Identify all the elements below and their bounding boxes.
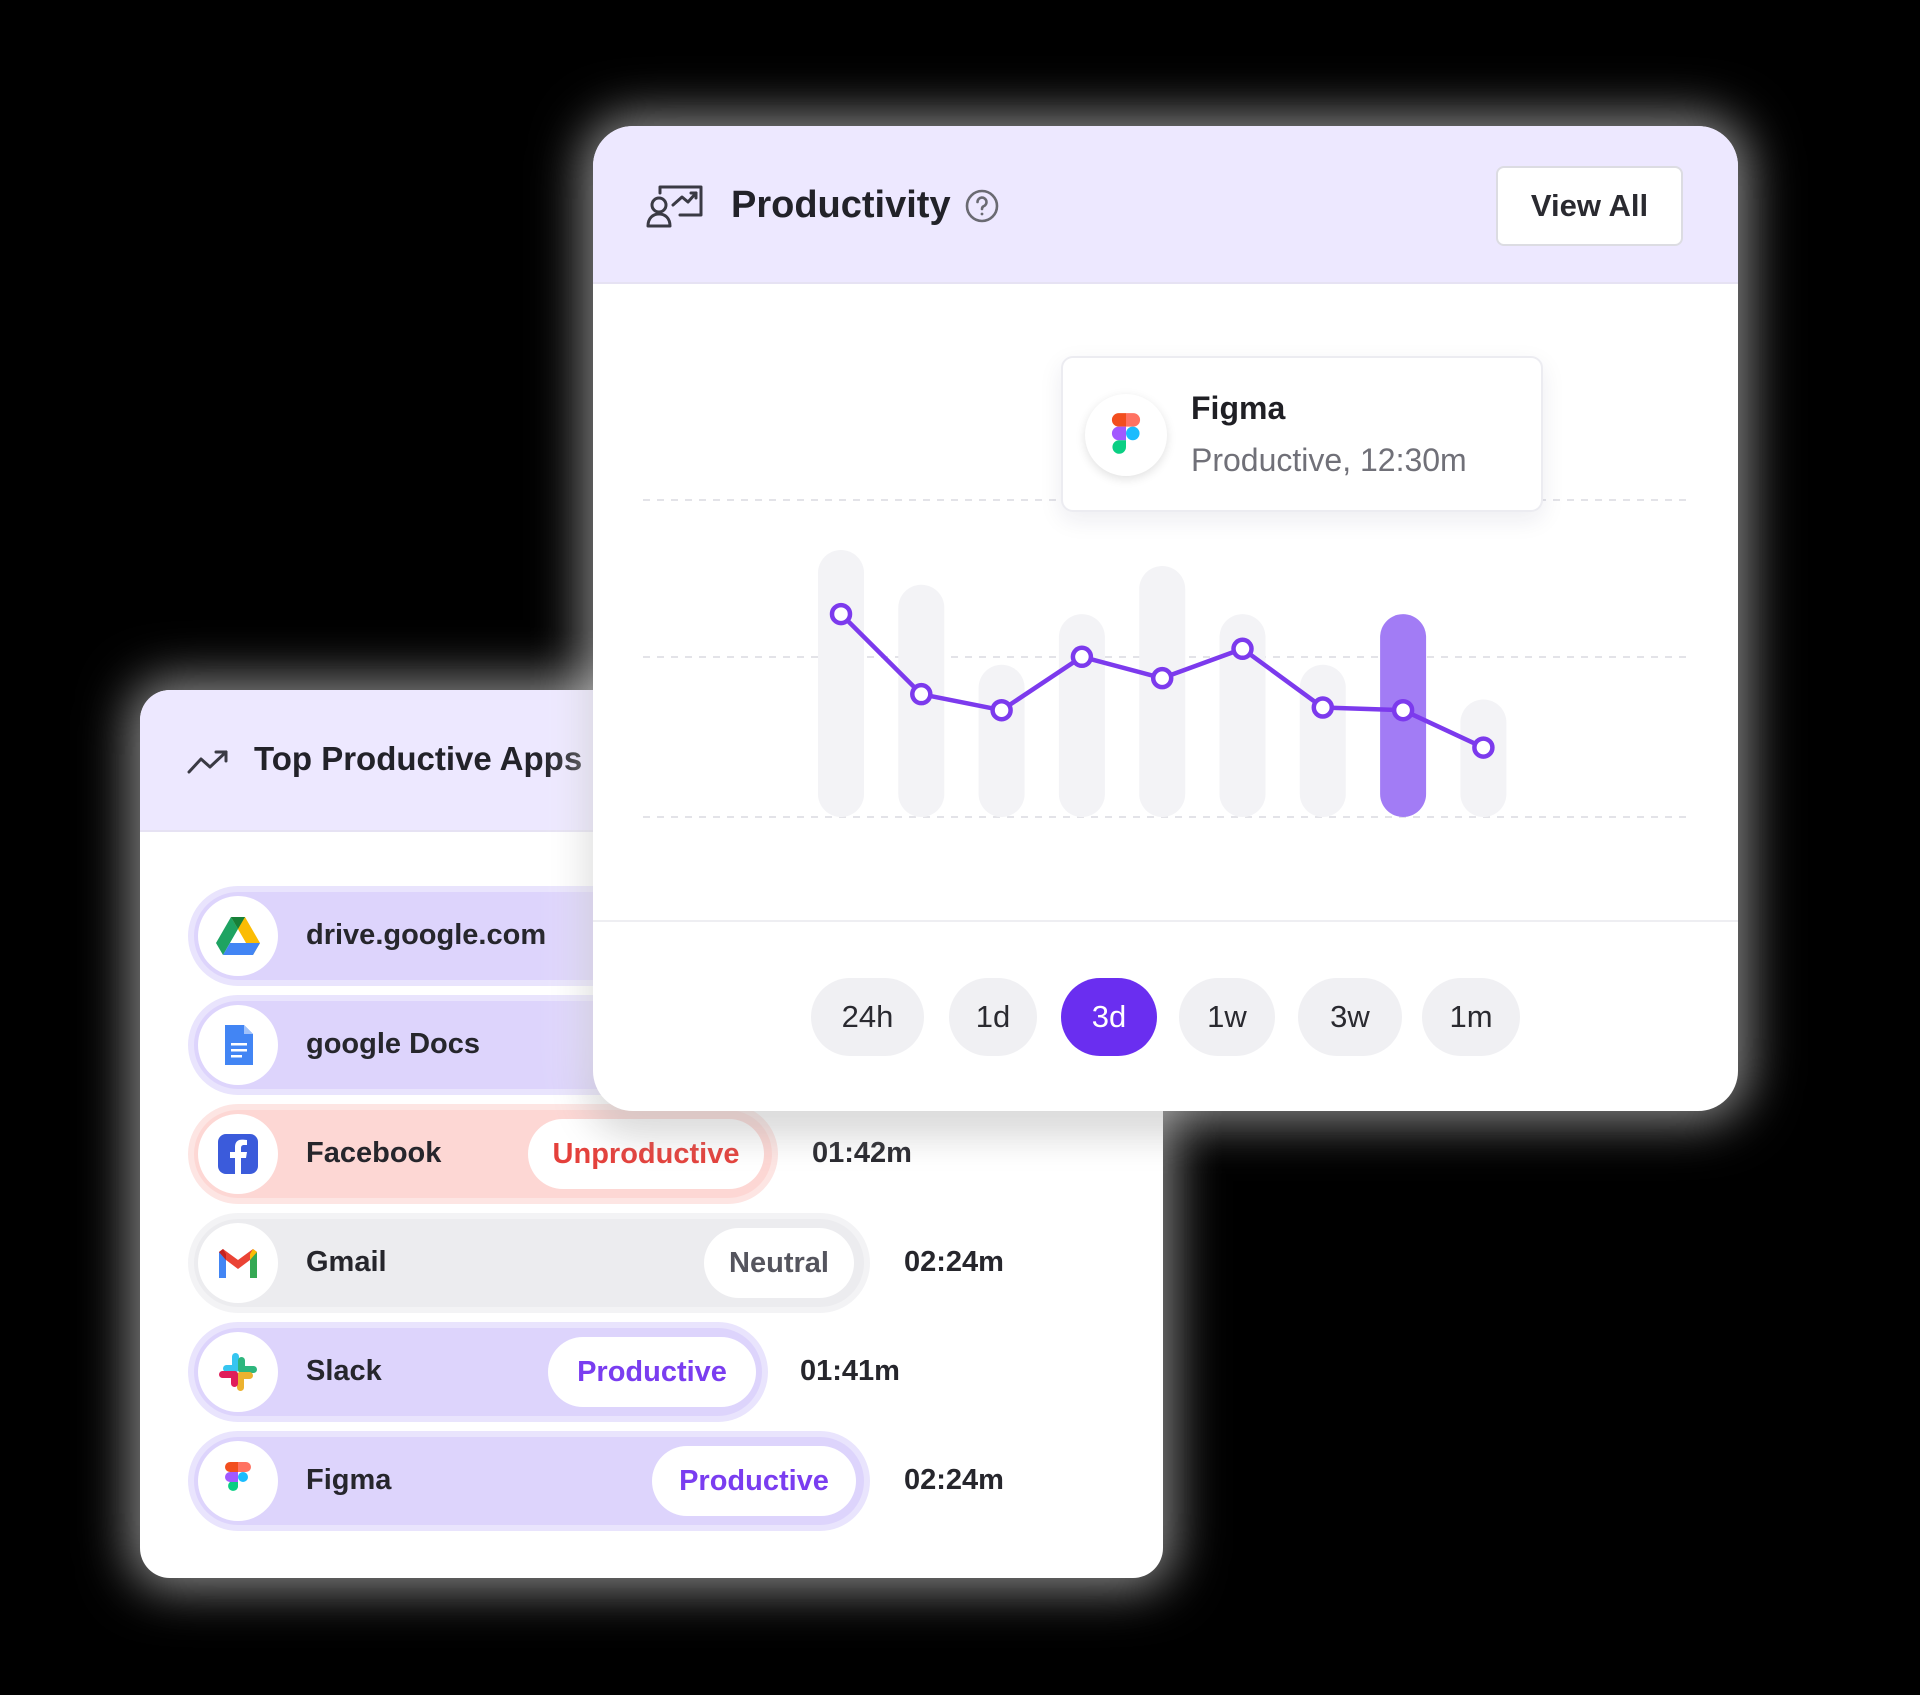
app-name: Figma [306, 1464, 392, 1496]
app-row-slack[interactable]: Slack Productive 01:41m [188, 1322, 988, 1422]
facebook-icon [198, 1114, 278, 1194]
range-24h-button[interactable]: 24h [811, 978, 924, 1056]
productivity-title: Productivity [731, 184, 951, 226]
gmail-icon [198, 1223, 278, 1303]
chart-bar [1299, 664, 1346, 817]
app-duration: 02:24m [904, 1464, 1004, 1496]
view-all-button[interactable]: View All [1496, 166, 1683, 246]
trending-up-icon [187, 750, 228, 774]
series-point [1311, 696, 1335, 719]
app-name: drive.google.com [306, 919, 547, 951]
slack-icon [198, 1332, 278, 1412]
app-name: Facebook [306, 1137, 442, 1169]
range-1d-button[interactable]: 1d [949, 978, 1037, 1056]
series-point [1391, 698, 1415, 722]
status-badge: Productive [548, 1337, 756, 1407]
chart-divider [593, 920, 1738, 922]
tooltip-subtitle: Productive, 12:30m [1191, 442, 1467, 478]
series-point [1472, 736, 1495, 759]
status-badge: Unproductive [528, 1119, 764, 1189]
chart-tooltip: Figma Productive, 12:30m [1061, 356, 1543, 512]
question-circle-icon[interactable] [964, 188, 1000, 224]
series-point [910, 682, 933, 706]
range-1m-button[interactable]: 1m [1422, 978, 1520, 1056]
app-row-gmail[interactable]: Gmail Neutral 02:24m [188, 1213, 1068, 1313]
app-name: Slack [306, 1355, 382, 1387]
google-docs-icon [198, 1005, 278, 1085]
chart-bar [1058, 614, 1105, 817]
productivity-header: Productivity View All [593, 126, 1738, 284]
status-badge: Neutral [704, 1228, 854, 1298]
app-duration: 02:24m [904, 1246, 1004, 1278]
app-name: Gmail [306, 1246, 387, 1278]
chart-bar [978, 664, 1025, 817]
chart-bar [818, 550, 864, 817]
range-1w-button[interactable]: 1w [1179, 978, 1275, 1056]
monitor-chart-icon [646, 185, 703, 228]
figma-icon [198, 1441, 278, 1521]
app-row-figma[interactable]: Figma Productive 02:24m [188, 1431, 1068, 1531]
series-point [829, 602, 853, 626]
series-point [1070, 645, 1094, 669]
series-point [990, 698, 1013, 722]
figma-icon [1085, 394, 1167, 476]
range-3d-button[interactable]: 3d [1061, 978, 1157, 1056]
top-apps-title: Top Productive Apps [254, 740, 583, 777]
app-duration: 01:41m [800, 1355, 900, 1387]
app-duration: 01:42m [812, 1137, 912, 1169]
chart-bar [1139, 566, 1186, 817]
google-drive-icon [198, 896, 278, 976]
app-name: google Docs [306, 1028, 481, 1060]
range-3w-button[interactable]: 3w [1298, 978, 1402, 1056]
time-range-selector: 24h 1d 3d 1w 3w 1m [593, 978, 1738, 1058]
series-point [1231, 637, 1254, 661]
tooltip-title: Figma [1191, 390, 1286, 426]
series-point [1150, 666, 1174, 690]
status-badge: Productive [652, 1446, 856, 1516]
app-row-facebook[interactable]: Facebook Unproductive 01:42m [188, 1104, 988, 1204]
productivity-card: Productivity View All Figma Productive, … [593, 126, 1738, 1111]
